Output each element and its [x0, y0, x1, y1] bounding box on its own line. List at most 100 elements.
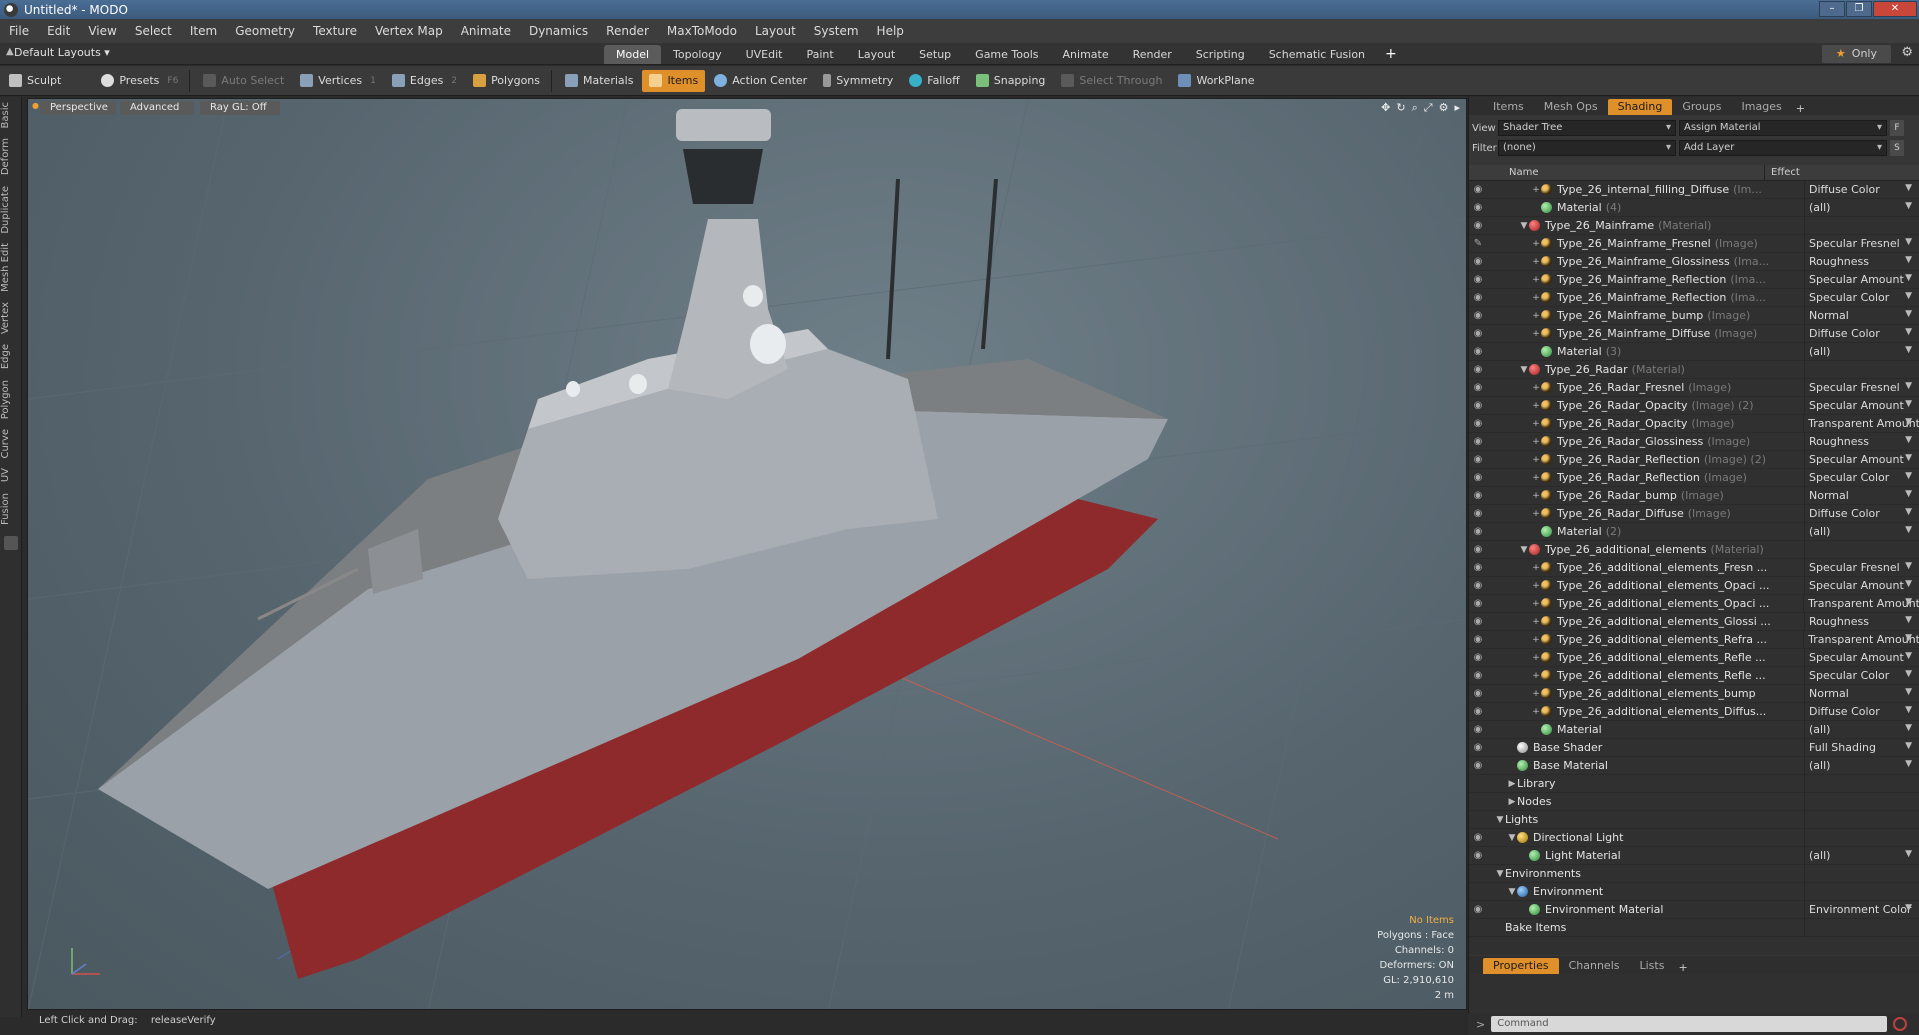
tab-game-tools[interactable]: Game Tools	[963, 45, 1050, 64]
row-effect[interactable]: Transparent Amount ▼	[1804, 417, 1919, 430]
visibility-eye-icon[interactable]: ◉	[1469, 256, 1487, 267]
shading-mode-button[interactable]: Advanced	[120, 101, 194, 115]
materials-button[interactable]: Materials	[558, 70, 640, 92]
visibility-eye-icon[interactable]: ◉	[1469, 616, 1487, 627]
visibility-eye-icon[interactable]: ◉	[1469, 436, 1487, 447]
shader-tree-row[interactable]: ◉ ▼ Directional Light	[1469, 828, 1919, 847]
shader-tree-row[interactable]: ◉ + Type_26_additional_elements_Fresn ... S…	[1469, 558, 1919, 577]
row-effect[interactable]: Specular Amount ▼	[1805, 651, 1919, 664]
effect-dropdown-arrow-icon[interactable]: ▼	[1905, 507, 1912, 517]
row-effect[interactable]: Specular Amount ▼	[1805, 399, 1919, 412]
shader-tree-row[interactable]: ◉ + Type_26_Radar_Opacity (Image) (2) Specul…	[1469, 396, 1919, 415]
layout-gear-icon[interactable]: ⚙	[1901, 45, 1913, 60]
shader-tree-row[interactable]: ◉ + Type_26_additional_elements_Refle ... S…	[1469, 666, 1919, 685]
shader-tree-row[interactable]: ◉ ▼ Type_26_additional_elements (Material)	[1469, 540, 1919, 559]
expand-toggle-icon[interactable]: +	[1531, 491, 1541, 501]
visibility-eye-icon[interactable]: ◉	[1469, 832, 1487, 843]
visibility-eye-icon[interactable]: ◉	[1469, 418, 1487, 429]
menu-system[interactable]: System	[805, 19, 868, 43]
visibility-eye-icon[interactable]: ◉	[1469, 490, 1487, 501]
layouts-dropdown[interactable]: Default Layouts ▾	[14, 46, 110, 59]
shader-tree-row[interactable]: ◉ Environment Material Environment Color ▼	[1469, 900, 1919, 919]
visibility-eye-icon[interactable]: ◉	[1469, 310, 1487, 321]
row-effect[interactable]: Diffuse Color ▼	[1805, 705, 1919, 718]
shader-tree-row[interactable]: ◉ + Type_26_Mainframe_bump (Image) Normal ▼	[1469, 306, 1919, 325]
snapping-button[interactable]: Snapping	[969, 70, 1053, 92]
row-effect[interactable]: (all) ▼	[1805, 525, 1919, 538]
action-center-button[interactable]: Action Center	[707, 70, 814, 92]
viewport-arrow-icon[interactable]: ▸	[1454, 101, 1460, 115]
tab-schematic-fusion[interactable]: Schematic Fusion	[1257, 45, 1377, 64]
visibility-eye-icon[interactable]: ◉	[1469, 652, 1487, 663]
tab-layout[interactable]: Layout	[846, 45, 907, 64]
view-mode-button[interactable]: Perspective	[40, 101, 116, 115]
visibility-eye-icon[interactable]: ◉	[1469, 184, 1487, 195]
effect-dropdown-arrow-icon[interactable]: ▼	[1905, 255, 1912, 265]
expand-toggle-icon[interactable]: +	[1531, 599, 1541, 609]
row-effect[interactable]: Normal ▼	[1805, 309, 1919, 322]
visibility-eye-icon[interactable]: ◉	[1469, 274, 1487, 285]
effect-dropdown-arrow-icon[interactable]: ▼	[1905, 453, 1912, 463]
tab-scripting[interactable]: Scripting	[1184, 45, 1257, 64]
menu-file[interactable]: File	[0, 19, 38, 43]
tab-groups[interactable]: Groups	[1672, 99, 1731, 115]
row-effect[interactable]: (all) ▼	[1805, 759, 1919, 772]
visibility-eye-icon[interactable]: ◉	[1469, 688, 1487, 699]
effect-dropdown-arrow-icon[interactable]: ▼	[1905, 291, 1912, 301]
effect-dropdown-arrow-icon[interactable]: ▼	[1905, 723, 1912, 733]
effect-dropdown-arrow-icon[interactable]: ▼	[1905, 345, 1912, 355]
effect-dropdown-arrow-icon[interactable]: ▼	[1905, 489, 1912, 499]
effect-dropdown-arrow-icon[interactable]: ▼	[1905, 633, 1912, 643]
row-effect[interactable]: Specular Fresnel ▼	[1805, 237, 1919, 250]
minimize-button[interactable]: –	[1819, 1, 1845, 17]
shader-tree-row[interactable]: Bake Items	[1469, 918, 1919, 937]
row-effect[interactable]: Diffuse Color ▼	[1805, 327, 1919, 340]
symmetry-button[interactable]: Symmetry	[816, 70, 900, 92]
visibility-eye-icon[interactable]: ◉	[1469, 202, 1487, 213]
add-panel-tab-icon[interactable]: +	[1796, 102, 1805, 115]
shader-tree-row[interactable]: ◉ Material (all) ▼	[1469, 720, 1919, 739]
effect-dropdown-arrow-icon[interactable]: ▼	[1905, 579, 1912, 589]
visibility-eye-icon[interactable]: ◉	[1469, 850, 1487, 861]
row-effect[interactable]: (all) ▼	[1805, 849, 1919, 862]
tab-topology[interactable]: Topology	[661, 45, 734, 64]
expand-toggle-icon[interactable]: ▼	[1519, 221, 1529, 231]
vtab-deform[interactable]: Deform	[0, 133, 22, 180]
effect-dropdown-arrow-icon[interactable]: ▼	[1905, 471, 1912, 481]
visibility-eye-icon[interactable]: ◉	[1469, 346, 1487, 357]
tab-properties[interactable]: Properties	[1483, 958, 1559, 974]
presets-button[interactable]: Presets F6	[94, 70, 185, 92]
tab-channels[interactable]: Channels	[1559, 958, 1630, 974]
vtab-polygon[interactable]: Polygon	[0, 375, 22, 424]
menu-item[interactable]: Item	[181, 19, 226, 43]
shader-tree-row[interactable]: ◉ + Type_26_additional_elements_Refra ... T…	[1469, 630, 1919, 649]
menu-maxtomodo[interactable]: MaxToModo	[658, 19, 746, 43]
menu-edit[interactable]: Edit	[38, 19, 79, 43]
expand-toggle-icon[interactable]: +	[1531, 239, 1541, 249]
visibility-eye-icon[interactable]: ◉	[1469, 526, 1487, 537]
expand-toggle-icon[interactable]: +	[1531, 275, 1541, 285]
shader-tree-row[interactable]: ◉ + Type_26_Radar_bump (Image) Normal ▼	[1469, 486, 1919, 505]
fit-icon[interactable]: ⤢	[1424, 101, 1433, 115]
tab-setup[interactable]: Setup	[907, 45, 963, 64]
row-effect[interactable]: Full Shading ▼	[1805, 741, 1919, 754]
expand-toggle-icon[interactable]: ▶	[1507, 797, 1517, 807]
effect-dropdown-arrow-icon[interactable]: ▼	[1905, 525, 1912, 535]
menu-geometry[interactable]: Geometry	[226, 19, 304, 43]
expand-toggle-icon[interactable]: +	[1531, 293, 1541, 303]
viewport-gear-icon[interactable]: ⚙	[1439, 101, 1449, 115]
shader-tree-row[interactable]: ◉ + Type_26_additional_elements_Diffus... D…	[1469, 702, 1919, 721]
expand-toggle-icon[interactable]: +	[1531, 581, 1541, 591]
shader-tree-row[interactable]: ◉ + Type_26_Radar_Glossiness (Image) Roughne…	[1469, 432, 1919, 451]
expand-toggle-icon[interactable]: +	[1531, 455, 1541, 465]
menu-view[interactable]: View	[79, 19, 125, 43]
expand-toggle-icon[interactable]: +	[1531, 185, 1541, 195]
visibility-eye-icon[interactable]: ◉	[1469, 580, 1487, 591]
effect-dropdown-arrow-icon[interactable]: ▼	[1905, 651, 1912, 661]
visibility-eye-icon[interactable]: ◉	[1469, 904, 1487, 915]
effect-dropdown-arrow-icon[interactable]: ▼	[1905, 399, 1912, 409]
row-effect[interactable]: Specular Color ▼	[1805, 471, 1919, 484]
row-effect[interactable]: Specular Amount ▼	[1805, 273, 1919, 286]
shader-tree-row[interactable]: ◉ Base Material (all) ▼	[1469, 756, 1919, 775]
effect-dropdown-arrow-icon[interactable]: ▼	[1905, 417, 1912, 427]
